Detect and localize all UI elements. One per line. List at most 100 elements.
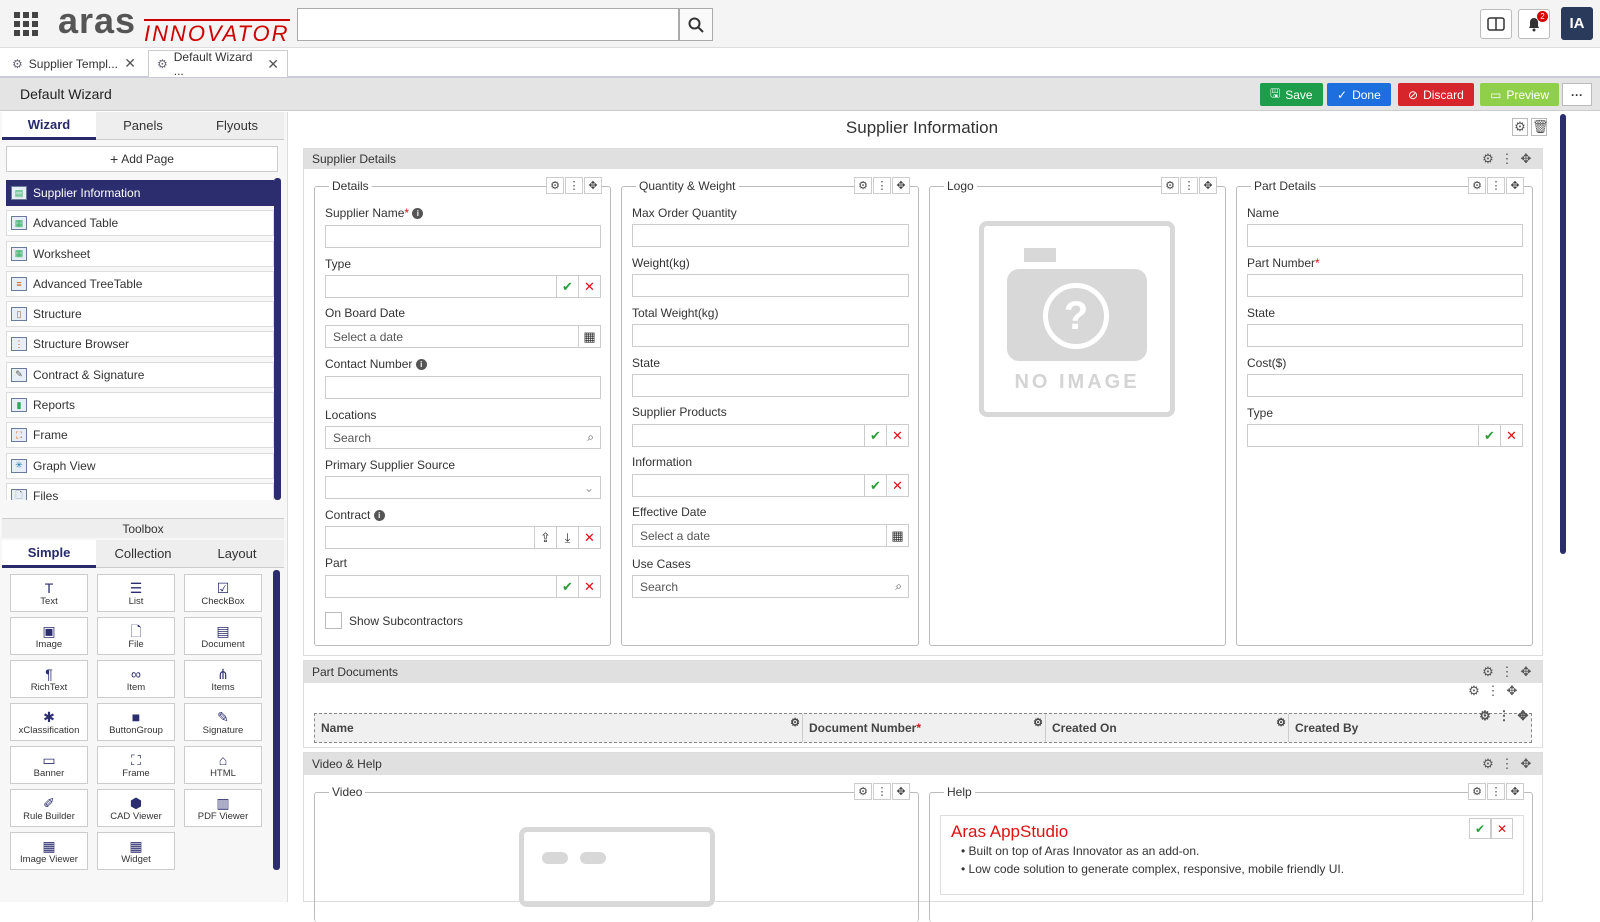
tool-items[interactable]: ⋔ Items bbox=[184, 660, 262, 698]
tool-richtext[interactable]: ¶ RichText bbox=[10, 660, 88, 698]
move-icon[interactable]: ✥ bbox=[1518, 151, 1534, 167]
tool-item[interactable]: ∞ Item bbox=[97, 660, 175, 698]
close-icon[interactable]: ✕ bbox=[1500, 425, 1522, 446]
column-header-name[interactable]: Name ⚙ bbox=[315, 714, 803, 742]
more-vert-icon[interactable]: ⋮ bbox=[1499, 664, 1515, 680]
close-icon[interactable]: ✕ bbox=[886, 475, 908, 496]
move-icon[interactable]: ✥ bbox=[1506, 177, 1524, 194]
check-icon[interactable]: ✔ bbox=[556, 276, 578, 297]
tab-panels[interactable]: Panels bbox=[96, 112, 190, 140]
page-item[interactable]: ✎ Contract & Signature bbox=[6, 361, 274, 388]
supplier-products-field[interactable]: ✔ ✕ bbox=[632, 424, 909, 447]
move-icon[interactable]: ✥ bbox=[1518, 756, 1534, 772]
name-field[interactable] bbox=[1247, 224, 1523, 247]
calendar-icon[interactable]: ▦ bbox=[886, 525, 908, 546]
close-icon[interactable]: ✕ bbox=[1491, 818, 1513, 839]
save-button[interactable]: 🖫 Save bbox=[1260, 83, 1323, 106]
page-item[interactable]: ▤ Supplier Information bbox=[6, 180, 274, 206]
gear-icon[interactable]: ⚙ bbox=[1466, 683, 1482, 699]
tab-flyouts[interactable]: Flyouts bbox=[190, 112, 284, 140]
primary-source-select[interactable]: ⌄ bbox=[325, 476, 601, 499]
part-field[interactable]: ✔ ✕ bbox=[325, 575, 601, 598]
app-launcher-icon[interactable] bbox=[14, 12, 38, 36]
supplier-name-field[interactable] bbox=[325, 225, 601, 248]
gear-icon[interactable]: ⚙ bbox=[1468, 177, 1486, 194]
gear-icon[interactable]: ⚙ bbox=[1512, 118, 1528, 136]
weight-field[interactable] bbox=[632, 274, 909, 297]
tool-widget[interactable]: ▦ Widget bbox=[97, 832, 175, 870]
tool-signature[interactable]: ✎ Signature bbox=[184, 703, 262, 741]
user-avatar[interactable]: IA bbox=[1561, 7, 1593, 40]
move-icon[interactable]: ✥ bbox=[1199, 177, 1217, 194]
move-icon[interactable]: ✥ bbox=[892, 783, 910, 800]
discard-button[interactable]: ⊘ Discard bbox=[1398, 83, 1474, 106]
contract-field[interactable]: ⇪ ⤓ ✕ bbox=[325, 526, 601, 549]
close-icon[interactable]: ✕ bbox=[267, 56, 279, 73]
tool-frame[interactable]: ⛶ Frame bbox=[97, 746, 175, 784]
tab-layout[interactable]: Layout bbox=[190, 540, 284, 568]
check-icon[interactable]: ✔ bbox=[556, 576, 578, 597]
state-field[interactable] bbox=[632, 374, 909, 397]
page-item[interactable]: ▮ Reports bbox=[6, 392, 274, 419]
more-button[interactable]: ··· bbox=[1562, 83, 1592, 106]
contact-number-field[interactable] bbox=[325, 376, 601, 399]
page-item[interactable]: 🗋 Files bbox=[6, 482, 274, 500]
more-vert-icon[interactable]: ⋮ bbox=[1487, 177, 1505, 194]
max-order-field[interactable] bbox=[632, 224, 909, 247]
close-icon[interactable]: ✕ bbox=[886, 425, 908, 446]
use-cases-search[interactable]: Search ⌕ bbox=[632, 575, 909, 598]
gear-icon[interactable]: ⚙ bbox=[1480, 664, 1496, 680]
tab-default-wizard[interactable]: ⚙ Default Wizard ... ✕ bbox=[148, 50, 288, 78]
close-icon[interactable]: ✕ bbox=[578, 276, 600, 297]
upload-icon[interactable]: ⇪ bbox=[534, 527, 556, 548]
gear-icon[interactable]: ⚙ bbox=[1161, 177, 1179, 194]
locations-search[interactable]: Search ⌕ bbox=[325, 426, 601, 449]
move-icon[interactable]: ✥ bbox=[892, 177, 910, 194]
column-header-document-number[interactable]: Document Number * ⚙ bbox=[803, 714, 1046, 742]
move-icon[interactable]: ✥ bbox=[1506, 783, 1524, 800]
gear-icon[interactable]: ⚙ bbox=[1477, 708, 1493, 724]
notifications-button[interactable]: 2 bbox=[1518, 9, 1550, 39]
move-icon[interactable]: ✥ bbox=[1515, 708, 1531, 724]
tool-html[interactable]: ⌂ HTML bbox=[184, 746, 262, 784]
move-icon[interactable]: ✥ bbox=[1518, 664, 1534, 680]
page-item[interactable]: ▦ Worksheet bbox=[6, 240, 274, 267]
gear-icon[interactable]: ⚙ bbox=[1276, 716, 1286, 729]
type-field[interactable]: ✔ ✕ bbox=[1247, 424, 1523, 447]
page-item[interactable]: ▦ Advanced Table bbox=[6, 210, 274, 237]
gear-icon[interactable]: ⚙ bbox=[1033, 716, 1043, 729]
more-vert-icon[interactable]: ⋮ bbox=[1485, 683, 1501, 699]
gear-icon[interactable]: ⚙ bbox=[1480, 756, 1496, 772]
check-icon[interactable]: ✔ bbox=[864, 475, 886, 496]
preview-button[interactable]: ▭ Preview bbox=[1480, 83, 1560, 106]
tool-document[interactable]: ▤ Document bbox=[184, 617, 262, 655]
page-item[interactable]: ⛶ Frame bbox=[6, 422, 274, 449]
move-icon[interactable]: ✥ bbox=[584, 177, 602, 194]
tool-cad-viewer[interactable]: ⬢ CAD Viewer bbox=[97, 789, 175, 827]
more-vert-icon[interactable]: ⋮ bbox=[1180, 177, 1198, 194]
trash-icon[interactable]: 🗑 bbox=[1531, 118, 1549, 136]
tab-wizard[interactable]: Wizard bbox=[2, 112, 96, 140]
split-view-button[interactable] bbox=[1480, 9, 1512, 39]
page-item[interactable]: ≡ Advanced TreeTable bbox=[6, 270, 274, 297]
search-button[interactable] bbox=[679, 8, 713, 41]
tool-text[interactable]: T Text bbox=[10, 574, 88, 612]
tool-list[interactable]: ☰ List bbox=[97, 574, 175, 612]
tab-supplier-template[interactable]: ⚙ Supplier Templ... ✕ bbox=[4, 50, 144, 77]
gear-icon[interactable]: ⚙ bbox=[1468, 783, 1486, 800]
tab-collection[interactable]: Collection bbox=[96, 540, 190, 568]
tool-xclassification[interactable]: ✱ xClassification bbox=[10, 703, 88, 741]
page-item[interactable]: ⋮ Structure Browser bbox=[6, 331, 274, 358]
state-field[interactable] bbox=[1247, 324, 1523, 347]
tool-buttongroup[interactable]: ■ ButtonGroup bbox=[97, 703, 175, 741]
page-item[interactable]: ▯ Structure bbox=[6, 301, 274, 328]
check-icon[interactable]: ✔ bbox=[864, 425, 886, 446]
gear-icon[interactable]: ⚙ bbox=[854, 783, 872, 800]
gear-icon[interactable]: ⚙ bbox=[854, 177, 872, 194]
gear-icon[interactable]: ⚙ bbox=[1480, 151, 1496, 167]
tool-file[interactable]: 🗋 File bbox=[97, 617, 175, 655]
toolbox-scrollbar[interactable] bbox=[273, 570, 280, 870]
tab-simple[interactable]: Simple bbox=[2, 540, 96, 568]
column-header-created-by[interactable]: Created By ⚙ ⋮ ✥ bbox=[1289, 708, 1531, 742]
tool-pdf-viewer[interactable]: ▥ PDF Viewer bbox=[184, 789, 262, 827]
